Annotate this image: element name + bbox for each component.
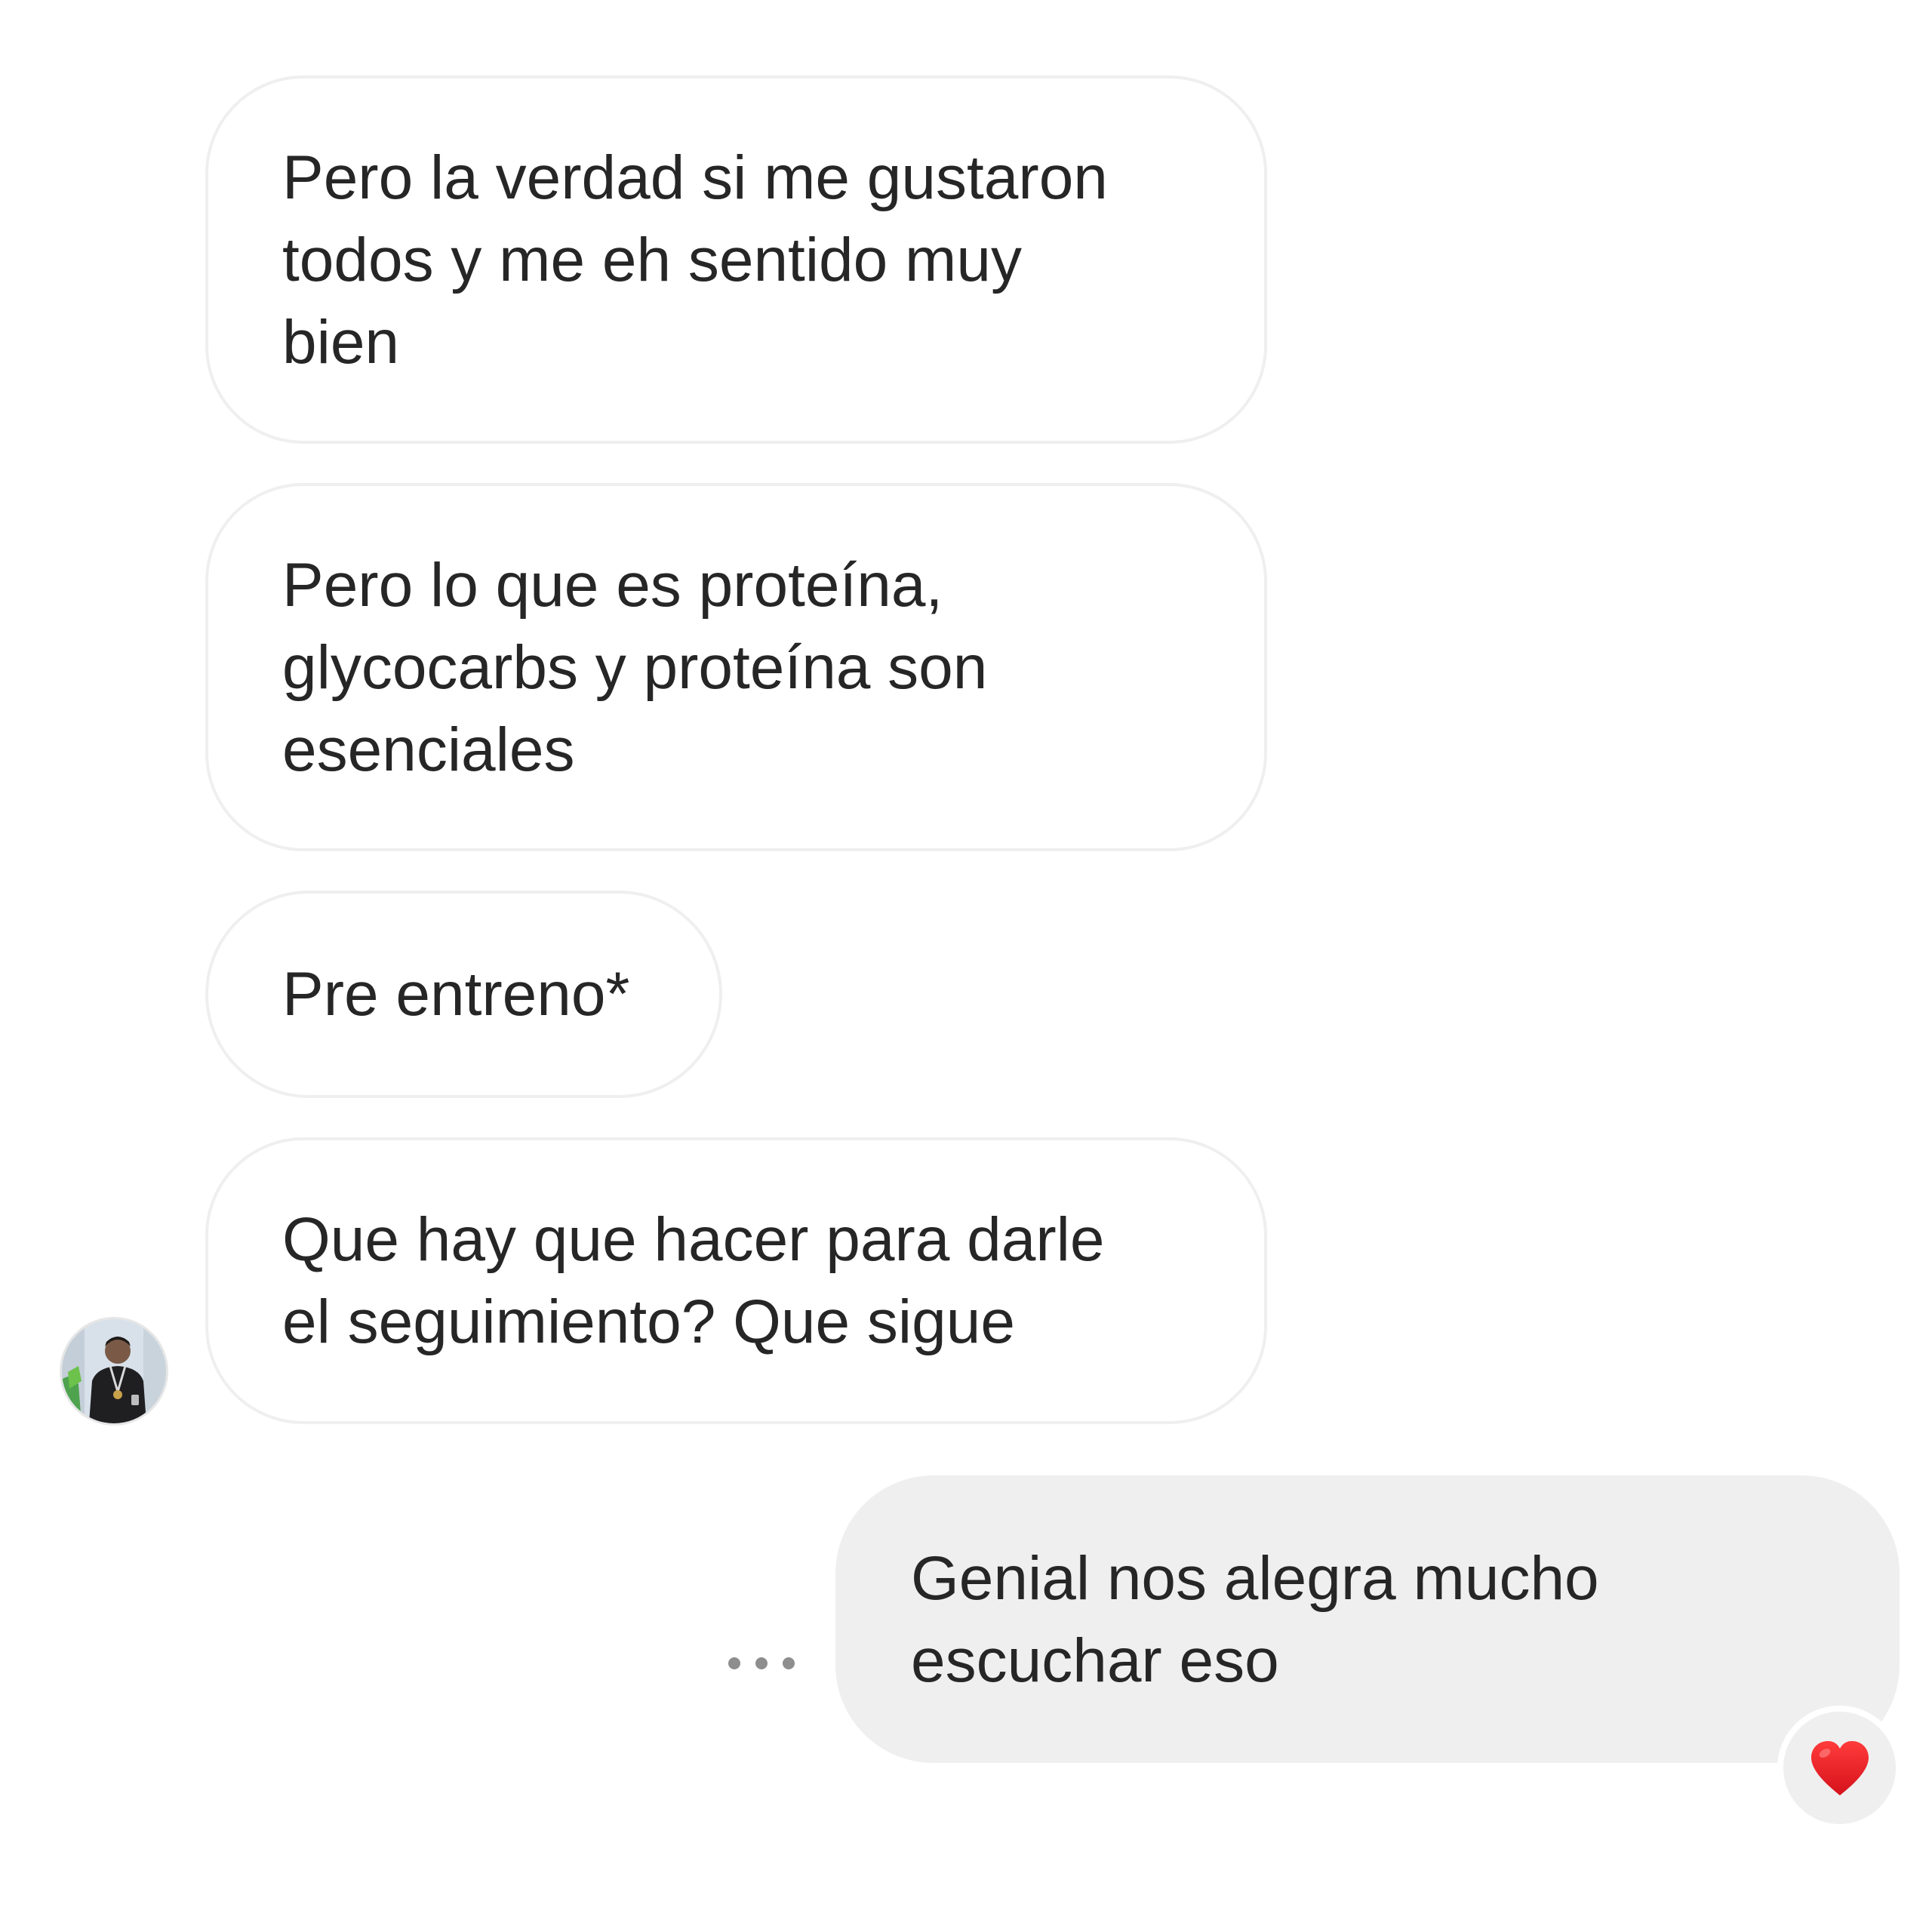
heart-reaction[interactable] <box>1777 1706 1902 1830</box>
message-text: Pero lo que es proteína, glycocarbs y pr… <box>282 550 988 784</box>
incoming-message-bubble[interactable]: Pero lo que es proteína, glycocarbs y pr… <box>205 483 1267 851</box>
message-thread: Pero la verdad si me gustaron todos y me… <box>0 0 1932 1932</box>
message-text: Pre entreno* <box>282 960 630 1029</box>
dot <box>728 1657 740 1669</box>
message-text: Genial nos alegra mucho escuchar eso <box>911 1543 1599 1695</box>
heart-icon <box>1810 1740 1869 1795</box>
message-text: Que hay que hacer para darle el seguimie… <box>282 1205 1105 1356</box>
avatar-photo <box>62 1319 166 1423</box>
dot <box>755 1657 768 1669</box>
incoming-message-bubble[interactable]: Pero la verdad si me gustaron todos y me… <box>205 75 1267 444</box>
message-text: Pero la verdad si me gustaron todos y me… <box>282 143 1108 377</box>
more-options-icon[interactable] <box>728 1653 795 1674</box>
incoming-message-bubble[interactable]: Que hay que hacer para darle el seguimie… <box>205 1137 1267 1424</box>
sender-avatar[interactable] <box>60 1317 168 1426</box>
outgoing-message-bubble[interactable]: Genial nos alegra mucho escuchar eso <box>835 1475 1900 1763</box>
incoming-message-bubble[interactable]: Pre entreno* <box>205 891 722 1098</box>
dot <box>783 1657 795 1669</box>
